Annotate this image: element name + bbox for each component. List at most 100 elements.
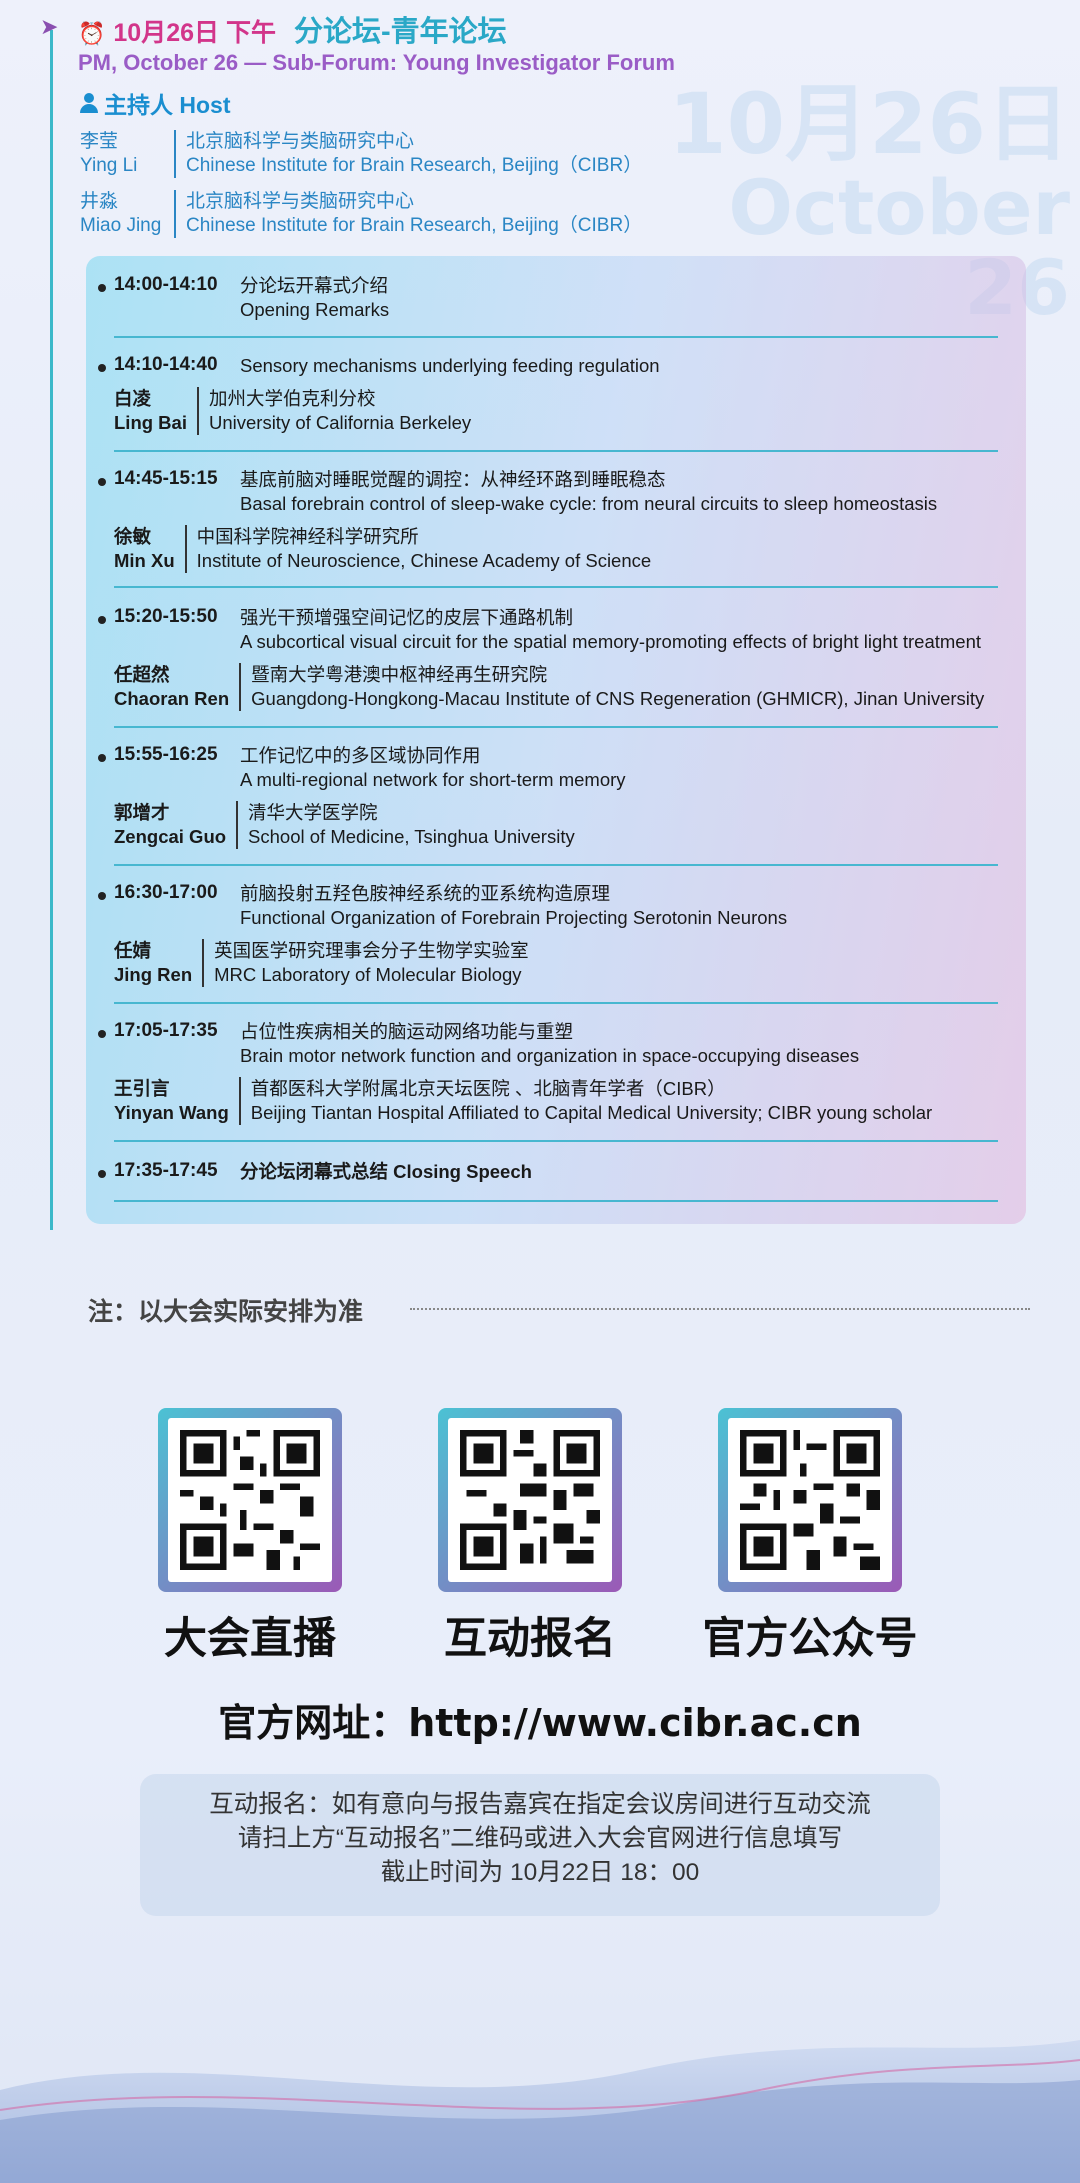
session-time: 16:30-17:00 bbox=[114, 882, 218, 903]
qr-code-icon bbox=[728, 1418, 892, 1582]
host-heading: 主持人 Host bbox=[80, 86, 880, 120]
qr-label-signup: 互动报名 bbox=[444, 1614, 616, 1664]
qr-label-official-account: 官方公众号 bbox=[702, 1614, 918, 1664]
divider bbox=[114, 1002, 998, 1004]
dotted-divider bbox=[410, 1308, 1030, 1310]
speaker-name-cn: 王引言 bbox=[114, 1078, 170, 1099]
host-name-cn: 井淼 bbox=[80, 191, 119, 212]
speaker-name-en: Zengcai Guo bbox=[114, 826, 227, 847]
talk-title-cn: 前脑投射五羟色胺神经系统的亚系统构造原理 bbox=[240, 883, 611, 904]
divider bbox=[114, 864, 998, 866]
bullet-dot bbox=[98, 364, 106, 372]
session-time: 14:10-14:40 bbox=[114, 354, 218, 375]
bullet-dot bbox=[98, 284, 106, 292]
speaker-name-cn: 任超然 bbox=[114, 664, 170, 685]
host-inst-cn: 北京脑科学与类脑研究中心 bbox=[186, 191, 415, 212]
talk-title-en: Basal forebrain control of sleep-wake cy… bbox=[240, 493, 938, 514]
session-header: ⏰ 10月26日 下午 分论坛-青年论坛 PM, October 26 — Su… bbox=[78, 8, 1060, 76]
speaker-inst-en: Beijing Tiantan Hospital Affiliated to C… bbox=[250, 1102, 933, 1123]
talk-title-cn: 强光干预增强空间记忆的皮层下通路机制 bbox=[240, 607, 574, 628]
speaker-inst-en: MRC Laboratory of Molecular Biology bbox=[214, 964, 522, 985]
divider bbox=[114, 336, 998, 338]
speaker-name-cn: 白凌 bbox=[114, 388, 152, 409]
divider bbox=[114, 450, 998, 452]
person-icon bbox=[80, 93, 98, 113]
speaker-name-en: Chaoran Ren bbox=[114, 688, 230, 709]
bullet-dot bbox=[98, 1030, 106, 1038]
qr-live-stream[interactable] bbox=[158, 1408, 342, 1592]
decorative-wave bbox=[0, 2040, 1080, 2183]
speaker-inst-cn: 首都医科大学附属北京天坛医院 、北脑青年学者（CIBR） bbox=[250, 1078, 726, 1099]
talk-title-cn: 占位性疾病相关的脑运动网络功能与重塑 bbox=[240, 1021, 574, 1042]
host-name-en: Ying Li bbox=[80, 155, 138, 176]
speaker-inst-en: School of Medicine, Tsinghua University bbox=[248, 826, 575, 847]
session-time: 14:00-14:10 bbox=[114, 274, 218, 295]
speaker-inst-cn: 清华大学医学院 bbox=[248, 802, 378, 823]
host-section: 主持人 Host 李莹 Ying Li 北京脑科学与类脑研究中心 Chinese… bbox=[80, 86, 880, 238]
signup-info-box: 互动报名：如有意向与报告嘉宾在指定会议房间进行互动交流 请扫上方“互动报名”二维… bbox=[140, 1774, 940, 1916]
talk-title-cn: 工作记忆中的多区域协同作用 bbox=[240, 745, 481, 766]
host-item: 井淼 Miao Jing 北京脑科学与类脑研究中心 Chinese Instit… bbox=[80, 190, 880, 238]
bullet-dot bbox=[98, 1170, 106, 1178]
session-date: 10月26日 下午 bbox=[113, 19, 276, 47]
qr-code-icon bbox=[168, 1418, 332, 1582]
divider bbox=[114, 586, 998, 588]
qr-interactive-signup[interactable] bbox=[438, 1408, 622, 1592]
speaker-inst-en: Guangdong-Hongkong-Macau Institute of CN… bbox=[251, 688, 985, 709]
qr-official-account[interactable] bbox=[718, 1408, 902, 1592]
talk-title-cn: 分论坛闭幕式总结 Closing Speech bbox=[240, 1161, 532, 1182]
speaker-name-en: Jing Ren bbox=[114, 964, 193, 985]
qr-code-icon bbox=[448, 1418, 612, 1582]
session-time: 15:55-16:25 bbox=[114, 744, 218, 765]
speaker-inst-cn: 英国医学研究理事会分子生物学实验室 bbox=[214, 940, 529, 961]
speaker-name-cn: 郭增才 bbox=[114, 802, 170, 823]
speaker-name-en: Ling Bai bbox=[114, 412, 187, 433]
talk-title-en: Opening Remarks bbox=[240, 299, 390, 320]
alarm-clock-icon: ⏰ bbox=[78, 21, 106, 46]
talk-title-cn: 分论坛开幕式介绍 bbox=[240, 275, 389, 296]
signup-line: 请扫上方“互动报名”二维码或进入大会官网进行信息填写 bbox=[237, 1825, 843, 1852]
qr-label-live-stream: 大会直播 bbox=[164, 1614, 336, 1664]
speaker-name-cn: 徐敏 bbox=[114, 526, 152, 547]
host-name-cn: 李莹 bbox=[80, 131, 119, 152]
bullet-dot bbox=[98, 616, 106, 624]
timeline-line bbox=[50, 30, 53, 1230]
speaker-inst-cn: 暨南大学粤港澳中枢神经再生研究院 bbox=[251, 664, 548, 685]
talk-title-en: A subcortical visual circuit for the spa… bbox=[240, 631, 982, 652]
host-name-en: Miao Jing bbox=[80, 215, 162, 236]
divider bbox=[114, 726, 998, 728]
talk-title-en: A multi-regional network for short-term … bbox=[240, 769, 626, 790]
signup-deadline: 截止时间为 10月22日 18：00 bbox=[380, 1859, 700, 1886]
host-inst-en: Chinese Institute for Brain Research, Be… bbox=[186, 215, 643, 236]
schedule-note: 注：以大会实际安排为准 bbox=[88, 1298, 364, 1326]
pin-arrow-icon: ➤ bbox=[40, 14, 59, 39]
session-time: 17:05-17:35 bbox=[114, 1020, 218, 1041]
talk-title-cn: 基底前脑对睡眠觉醒的调控：从神经环路到睡眠稳态 bbox=[240, 469, 666, 490]
session-title: 分论坛-青年论坛 bbox=[293, 16, 507, 48]
session-subtitle: PM, October 26 — Sub-Forum: Young Invest… bbox=[78, 50, 675, 75]
speaker-name-cn: 任婧 bbox=[114, 940, 152, 961]
bullet-dot bbox=[98, 892, 106, 900]
talk-title-en: Functional Organization of Forebrain Pro… bbox=[240, 907, 788, 928]
session-time: 15:20-15:50 bbox=[114, 606, 218, 627]
speaker-inst-cn: 中国科学院神经科学研究所 bbox=[196, 526, 419, 547]
speaker-inst-en: Institute of Neuroscience, Chinese Acade… bbox=[196, 550, 652, 571]
host-title-text: 主持人 Host bbox=[104, 92, 231, 118]
host-item: 李莹 Ying Li 北京脑科学与类脑研究中心 Chinese Institut… bbox=[80, 130, 880, 178]
signup-line: 互动报名：如有意向与报告嘉宾在指定会议房间进行互动交流 bbox=[209, 1791, 871, 1818]
bullet-dot bbox=[98, 754, 106, 762]
divider bbox=[114, 1200, 998, 1202]
session-time: 17:35-17:45 bbox=[114, 1160, 218, 1181]
speaker-name-en: Min Xu bbox=[114, 550, 175, 571]
speaker-name-en: Yinyan Wang bbox=[114, 1102, 229, 1123]
official-website[interactable]: 官方网址：http://www.cibr.ac.cn bbox=[0, 1692, 1080, 1747]
speaker-inst-en: University of California Berkeley bbox=[208, 412, 472, 433]
host-inst-en: Chinese Institute for Brain Research, Be… bbox=[186, 155, 643, 176]
divider bbox=[114, 1140, 998, 1142]
host-inst-cn: 北京脑科学与类脑研究中心 bbox=[186, 131, 415, 152]
bullet-dot bbox=[98, 478, 106, 486]
session-time: 14:45-15:15 bbox=[114, 468, 218, 489]
talk-title-cn: Sensory mechanisms underlying feeding re… bbox=[240, 355, 660, 376]
schedule-card: 14:00-14:10 分论坛开幕式介绍 Opening Remarks 14:… bbox=[86, 256, 1026, 1224]
talk-title-en: Brain motor network function and organiz… bbox=[240, 1045, 860, 1066]
